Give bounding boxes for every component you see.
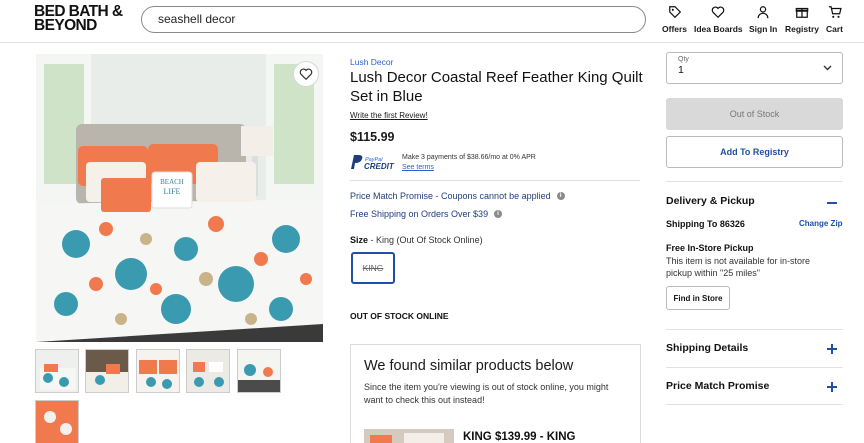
thumbnail-5[interactable]: [237, 349, 281, 393]
divider: [666, 404, 843, 405]
plus-icon[interactable]: [826, 381, 838, 393]
site-logo[interactable]: BED BATH & BEYOND: [34, 4, 126, 34]
divider: [666, 367, 843, 368]
price-match-text: Price Match Promise - Coupons cannot be …: [350, 191, 551, 201]
quantity-select[interactable]: Qty 1: [666, 52, 843, 84]
nav-sign-in-label: Sign In: [749, 24, 778, 34]
price-match-promo[interactable]: Price Match Promise - Coupons cannot be …: [350, 191, 565, 201]
thumbnail-1[interactable]: [35, 349, 79, 393]
nav-registry-label: Registry: [785, 24, 820, 34]
shipping-details-title[interactable]: Shipping Details: [666, 342, 748, 354]
product-price: $115.99: [350, 130, 395, 144]
nav-offers[interactable]: Offers: [662, 5, 687, 34]
minus-icon[interactable]: [826, 197, 838, 209]
thumbnail-6[interactable]: [35, 400, 79, 443]
thumbnail-2[interactable]: [85, 349, 129, 393]
add-to-favorites-button[interactable]: [293, 61, 319, 87]
divider: [350, 180, 640, 181]
stock-status: OUT OF STOCK ONLINE: [350, 311, 449, 321]
thumbnail-4[interactable]: [186, 349, 230, 393]
paypal-credit-offer: Make 3 payments of $38.66/mo at 0% APR S…: [402, 153, 536, 173]
product-title: Lush Decor Coastal Reef Feather King Qui…: [350, 69, 643, 105]
site-header: BED BATH & BEYOND seashell decor Offers …: [0, 0, 864, 43]
nav-cart[interactable]: Cart: [826, 5, 843, 34]
add-to-registry-button[interactable]: Add To Registry: [666, 136, 843, 168]
nav-idea-boards[interactable]: Idea Boards: [694, 5, 743, 34]
size-option-king[interactable]: KING: [351, 252, 395, 284]
tag-icon: [662, 5, 687, 21]
see-terms-link[interactable]: See terms: [402, 163, 536, 173]
write-review-link[interactable]: Write the first Review!: [350, 111, 428, 120]
qty-label: Qty: [678, 56, 689, 63]
shipping-to-zip: Shipping To 86326: [666, 219, 745, 229]
divider: [666, 181, 843, 182]
logo-line-2: BEYOND: [34, 17, 97, 34]
size-selected-text: - King (Out Of Stock Online): [370, 235, 483, 245]
pillow-text-beach: BEACH: [160, 178, 184, 186]
credit-offer-text: Make 3 payments of $38.66/mo at 0% APR: [402, 154, 536, 161]
divider: [666, 329, 843, 330]
change-zip-link[interactable]: Change Zip: [799, 219, 843, 228]
out-of-stock-button[interactable]: Out of Stock: [666, 98, 843, 130]
free-shipping-text: Free Shipping on Orders Over $39: [350, 209, 489, 219]
plus-icon[interactable]: [826, 343, 838, 355]
similar-products-panel: We found similar products below Since th…: [350, 344, 641, 443]
gift-icon: [785, 5, 819, 21]
similar-product-image[interactable]: [364, 429, 454, 443]
heart-icon: [299, 68, 313, 81]
nav-registry[interactable]: Registry: [785, 5, 819, 34]
qty-value: 1: [678, 64, 684, 76]
thumbnail-3[interactable]: [136, 349, 180, 393]
similar-heading: We found similar products below: [364, 358, 574, 374]
info-icon[interactable]: i: [556, 192, 565, 200]
heart-icon: [694, 5, 743, 21]
price-match-promise-title[interactable]: Price Match Promise: [666, 380, 769, 392]
person-icon: [749, 5, 777, 21]
delivery-pickup-title[interactable]: Delivery & Pickup: [666, 195, 755, 207]
pillow-text-life: LIFE: [164, 187, 181, 196]
brand-link[interactable]: Lush Decor: [350, 57, 393, 67]
nav-cart-label: Cart: [826, 24, 844, 34]
nav-idea-boards-label: Idea Boards: [694, 24, 743, 34]
chevron-down-icon: [823, 65, 832, 71]
find-in-store-button[interactable]: Find in Store: [666, 286, 730, 310]
info-icon[interactable]: i: [494, 210, 503, 218]
pickup-title: Free In-Store Pickup: [666, 243, 754, 253]
credit-logo-text: CREDIT: [364, 162, 395, 171]
similar-product-price[interactable]: KING $139.99 - KING: [463, 431, 575, 443]
nav-sign-in[interactable]: Sign In: [749, 5, 777, 34]
size-label-heading: Size: [350, 235, 369, 245]
paypal-credit-logo: PayPal CREDIT: [351, 155, 395, 171]
pickup-availability-text: This item is not available for in-store …: [666, 256, 811, 278]
free-shipping-promo[interactable]: Free Shipping on Orders Over $39 i: [350, 209, 503, 219]
similar-description: Since the item you're viewing is out of …: [364, 382, 609, 405]
product-main-image[interactable]: BEACH LIFE: [36, 54, 323, 342]
size-label: Size - King (Out Of Stock Online): [350, 235, 483, 245]
search-input[interactable]: seashell decor: [141, 6, 646, 33]
cart-icon: [826, 5, 843, 21]
nav-offers-label: Offers: [662, 24, 688, 34]
